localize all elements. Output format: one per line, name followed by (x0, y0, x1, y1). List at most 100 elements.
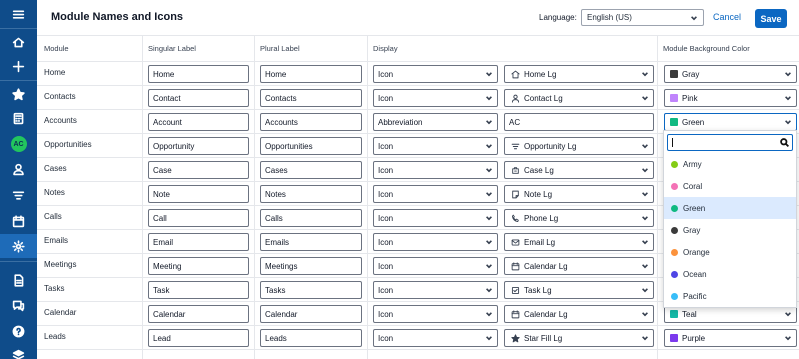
plural-label-input[interactable]: Leads (260, 329, 362, 347)
page-title: Module Names and Icons (51, 11, 184, 23)
color-option[interactable]: Coral (664, 175, 796, 197)
singular-label-input[interactable]: Home (148, 65, 249, 83)
color-dot (671, 182, 678, 190)
plural-label-input[interactable]: Cases (260, 161, 362, 179)
gear-icon[interactable] (0, 234, 37, 258)
module-name: Accounts (44, 116, 77, 125)
plural-label-input[interactable]: Calls (260, 209, 362, 227)
display-select[interactable]: Icon (373, 305, 498, 323)
plural-label-input[interactable]: Tasks (260, 281, 362, 299)
icon-select[interactable]: Opportunity Lg (504, 137, 654, 155)
singular-label-input[interactable]: Note (148, 185, 249, 203)
plural-label-input[interactable]: Contacts (260, 89, 362, 107)
icon-select[interactable]: Note Lg (504, 185, 654, 203)
color-option[interactable]: Pacific (664, 285, 796, 307)
display-select[interactable]: Icon (373, 161, 498, 179)
color-search-input[interactable] (667, 134, 793, 151)
sidebar: AC (0, 0, 37, 359)
column-header-color: Module Background Color (663, 44, 750, 53)
plural-label-input[interactable]: Emails (260, 233, 362, 251)
icon-value: Opportunity Lg (524, 141, 577, 151)
icon-select[interactable]: Home Lg (504, 65, 654, 83)
calculator-icon[interactable] (0, 106, 37, 130)
plural-label-input[interactable]: Calendar (260, 305, 362, 323)
singular-label-input[interactable]: Calendar (148, 305, 249, 323)
singular-label-input[interactable]: Contact (148, 89, 249, 107)
chevron-down-icon (485, 286, 493, 294)
singular-label-input[interactable]: Case (148, 161, 249, 179)
language-select[interactable]: English (US) (581, 9, 704, 26)
display-select[interactable]: Icon (373, 233, 498, 251)
table-row: Contacts Contact Contacts Icon Contact L… (37, 86, 799, 110)
color-option[interactable]: Orange (664, 241, 796, 263)
color-option[interactable]: Army (664, 153, 796, 175)
icon-select[interactable]: Phone Lg (504, 209, 654, 227)
color-select[interactable]: Gray (664, 65, 797, 83)
singular-label-input[interactable]: Email (148, 233, 249, 251)
menu-icon[interactable] (0, 2, 37, 26)
display-select[interactable]: Icon (373, 281, 498, 299)
plural-value: Calendar (265, 309, 298, 319)
icon-value: Phone Lg (524, 213, 559, 223)
color-select[interactable]: Purple (664, 329, 797, 347)
icon-select[interactable]: Email Lg (504, 233, 654, 251)
avatar[interactable]: AC (0, 132, 37, 156)
plural-label-input[interactable]: Opportunities (260, 137, 362, 155)
color-select[interactable]: Pink (664, 89, 797, 107)
plural-label-input[interactable]: Accounts (260, 113, 362, 131)
icon-select[interactable]: Calendar Lg (504, 257, 654, 275)
singular-label-input[interactable]: Task (148, 281, 249, 299)
singular-label-input[interactable]: Account (148, 113, 249, 131)
color-select[interactable]: Green (664, 113, 797, 131)
color-option[interactable]: Green (664, 197, 796, 219)
display-select[interactable]: Icon (373, 329, 498, 347)
save-button[interactable]: Save (755, 9, 787, 28)
help-icon[interactable] (0, 319, 37, 343)
singular-label-input[interactable]: Lead (148, 329, 249, 347)
icon-select[interactable]: Star Fill Lg (504, 329, 654, 347)
filter-icon[interactable] (0, 183, 37, 207)
singular-value: Contact (153, 93, 181, 103)
icon-select[interactable]: Case Lg (504, 161, 654, 179)
calendar-icon[interactable] (0, 209, 37, 233)
display-select[interactable]: Icon (373, 209, 498, 227)
plural-label-input[interactable]: Home (260, 65, 362, 83)
display-select[interactable]: Abbreviation (373, 113, 498, 131)
plural-label-input[interactable]: Notes (260, 185, 362, 203)
display-select[interactable]: Icon (373, 257, 498, 275)
module-name: Calls (44, 212, 62, 221)
home-icon[interactable] (0, 30, 37, 54)
cancel-button[interactable]: Cancel (713, 12, 741, 22)
display-select[interactable]: Icon (373, 185, 498, 203)
singular-label-input[interactable]: Meeting (148, 257, 249, 275)
singular-label-input[interactable]: Call (148, 209, 249, 227)
display-select[interactable]: Icon (373, 65, 498, 83)
plural-value: Opportunities (265, 141, 313, 151)
chat-icon[interactable] (0, 293, 37, 317)
chevron-down-icon (641, 310, 649, 318)
display-select[interactable]: Icon (373, 137, 498, 155)
sidebar-divider (0, 80, 37, 81)
layers-icon[interactable] (0, 343, 37, 359)
icon-select[interactable]: Task Lg (504, 281, 654, 299)
user-icon[interactable] (0, 157, 37, 181)
singular-label-input[interactable]: Opportunity (148, 137, 249, 155)
abbreviation-input[interactable]: AC (504, 113, 654, 131)
icon-select[interactable]: Contact Lg (504, 89, 654, 107)
display-value: Icon (378, 309, 394, 319)
display-select[interactable]: Icon (373, 89, 498, 107)
color-dropdown: Army Coral Green Gray Orange Ocean Pacif… (663, 130, 797, 308)
chevron-down-icon (641, 190, 649, 198)
plural-label-input[interactable]: Meetings (260, 257, 362, 275)
color-value: Teal (682, 309, 697, 319)
star-icon[interactable] (0, 82, 37, 106)
chevron-down-icon (485, 214, 493, 222)
icon-select[interactable]: Calendar Lg (504, 305, 654, 323)
color-option[interactable]: Ocean (664, 263, 796, 285)
plus-icon[interactable] (0, 54, 37, 78)
singular-value: Case (153, 165, 172, 175)
document-icon[interactable] (0, 268, 37, 292)
chevron-down-icon (485, 262, 493, 270)
chevron-down-icon (485, 310, 493, 318)
color-option[interactable]: Gray (664, 219, 796, 241)
